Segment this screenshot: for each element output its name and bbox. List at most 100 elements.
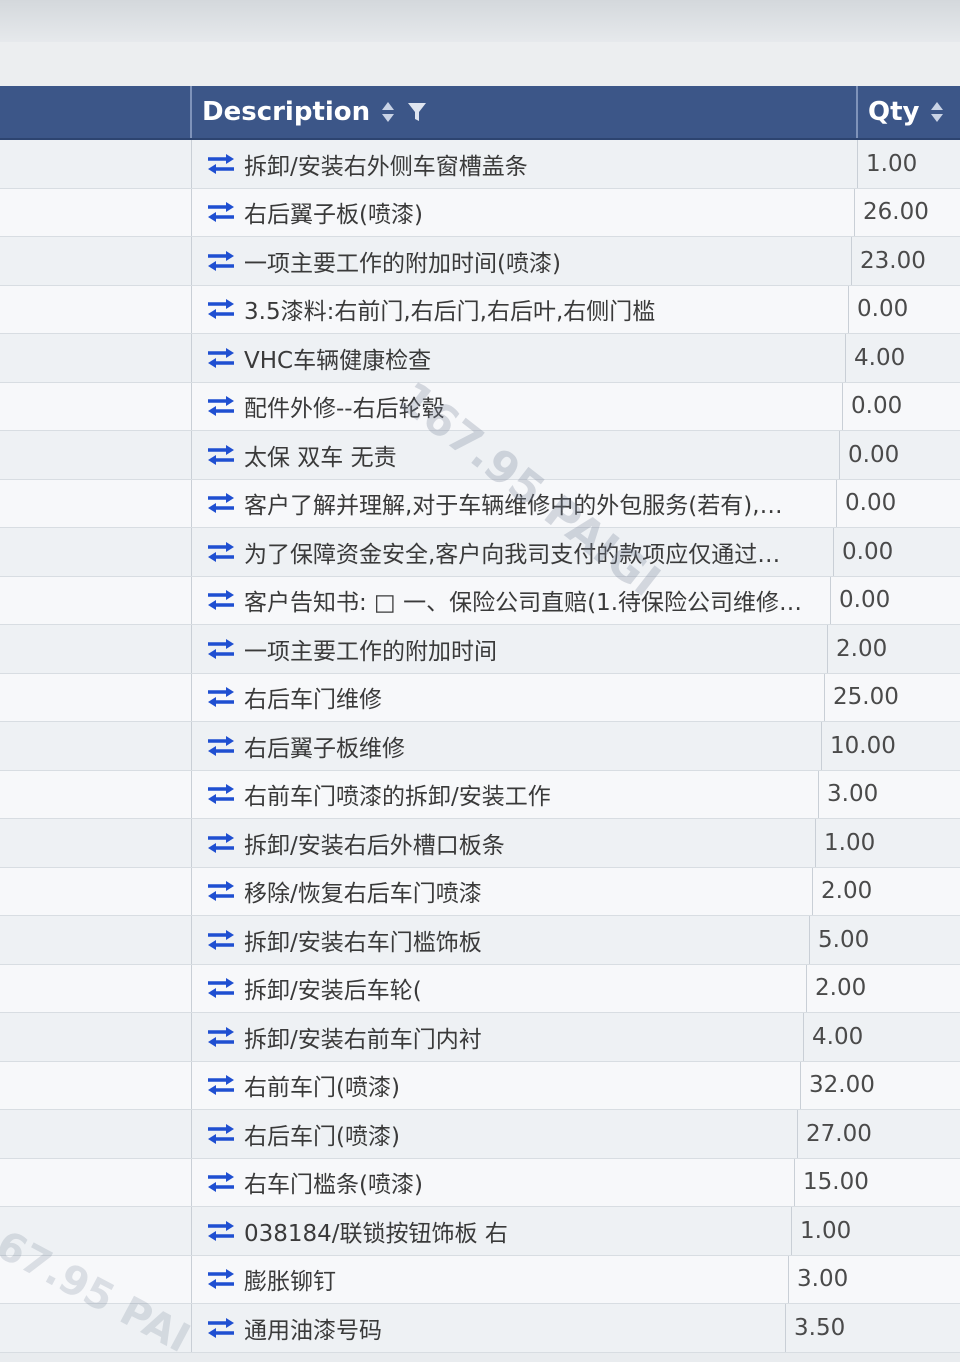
qty-cell[interactable]: 3.50 [786, 1304, 845, 1352]
swap-arrows-icon[interactable] [206, 880, 236, 902]
qty-cell[interactable]: 1.00 [816, 819, 875, 867]
swap-arrows-icon[interactable] [206, 977, 236, 999]
swap-arrows-icon[interactable] [206, 1268, 236, 1290]
description-cell[interactable]: 膨胀铆钉 [192, 1255, 789, 1303]
qty-cell[interactable]: 3.00 [789, 1256, 848, 1304]
swap-arrows-icon[interactable] [206, 201, 236, 223]
description-cell[interactable]: 移除/恢复右后车门喷漆 [192, 867, 813, 915]
swap-arrows-icon[interactable] [206, 444, 236, 466]
description-cell[interactable]: 右后车门维修 [192, 673, 825, 721]
table-row[interactable]: 拆卸/安装右后外槽口板条 1.00 [0, 819, 960, 868]
table-row[interactable]: 拆卸/安装右外侧车窗槽盖条 1.00 [0, 140, 960, 189]
qty-cell[interactable]: 0.00 [840, 431, 899, 479]
description-cell[interactable]: VHC车辆健康检查 [192, 334, 846, 382]
description-cell[interactable]: 客户告知书: □ 一、保险公司直赔(1.待保险公司维修… [192, 576, 831, 624]
qty-cell[interactable]: 1.00 [858, 140, 917, 188]
qty-cell[interactable]: 3.00 [819, 771, 878, 819]
swap-arrows-icon[interactable] [206, 250, 236, 272]
swap-arrows-icon[interactable] [206, 1074, 236, 1096]
swap-arrows-icon[interactable] [206, 1171, 236, 1193]
swap-arrows-icon[interactable] [206, 686, 236, 708]
qty-cell[interactable]: 0.00 [843, 383, 902, 431]
table-row[interactable]: 右前车门(喷漆) 32.00 [0, 1061, 960, 1110]
swap-arrows-icon[interactable] [206, 929, 236, 951]
table-row[interactable]: 038184/联锁按钮饰板 右 1.00 [0, 1207, 960, 1256]
table-row[interactable]: 客户告知书: □ 一、保险公司直赔(1.待保险公司维修… 0.00 [0, 576, 960, 625]
swap-arrows-icon[interactable] [206, 638, 236, 660]
table-row[interactable]: 右后翼子板维修 10.00 [0, 722, 960, 771]
description-cell[interactable]: 右后车门(喷漆) [192, 1110, 798, 1158]
swap-arrows-icon[interactable] [206, 541, 236, 563]
qty-cell[interactable]: 26.00 [855, 189, 929, 237]
qty-cell[interactable]: 10.00 [822, 722, 896, 770]
table-row[interactable]: 右车门槛条(喷漆) 15.00 [0, 1158, 960, 1207]
description-cell[interactable]: 配件外修--右后轮毂 [192, 382, 843, 430]
table-row[interactable]: VHC车辆健康检查 4.00 [0, 334, 960, 383]
qty-cell[interactable]: 23.00 [852, 237, 926, 285]
description-cell[interactable]: 拆卸/安装后车轮( [192, 964, 807, 1012]
swap-arrows-icon[interactable] [206, 347, 236, 369]
qty-cell[interactable]: 5.00 [810, 916, 869, 964]
swap-arrows-icon[interactable] [206, 589, 236, 611]
qty-cell[interactable]: 2.00 [813, 868, 872, 916]
qty-cell[interactable]: 2.00 [807, 965, 866, 1013]
table-row[interactable]: 右后翼子板(喷漆) 26.00 [0, 188, 960, 237]
description-cell[interactable]: 038184/联锁按钮饰板 右 [192, 1207, 792, 1255]
description-cell[interactable]: 通用油漆号码 [192, 1304, 786, 1352]
qty-cell[interactable]: 15.00 [795, 1159, 869, 1207]
table-row[interactable]: 为了保障资金安全,客户向我司支付的款项应仅通过… 0.00 [0, 528, 960, 577]
table-row[interactable]: 一项主要工作的附加时间(喷漆) 23.00 [0, 237, 960, 286]
swap-arrows-icon[interactable] [206, 298, 236, 320]
description-cell[interactable]: 客户了解并理解,对于车辆维修中的外包服务(若有),… [192, 479, 837, 527]
header-qty[interactable]: Qty [858, 86, 960, 138]
table-row[interactable]: 一项主要工作的附加时间 2.00 [0, 625, 960, 674]
table-row[interactable]: 右后车门(喷漆) 27.00 [0, 1110, 960, 1159]
header-description[interactable]: Description [192, 86, 858, 138]
swap-arrows-icon[interactable] [206, 1220, 236, 1242]
swap-arrows-icon[interactable] [206, 783, 236, 805]
qty-cell[interactable]: 0.00 [831, 577, 890, 625]
table-row[interactable]: 配件外修--右后轮毂 0.00 [0, 382, 960, 431]
description-cell[interactable]: 右前车门喷漆的拆卸/安装工作 [192, 770, 819, 818]
qty-cell[interactable]: 25.00 [825, 674, 899, 722]
description-cell[interactable]: 拆卸/安装右外侧车窗槽盖条 [192, 140, 858, 188]
qty-cell[interactable]: 4.00 [846, 334, 905, 382]
swap-arrows-icon[interactable] [206, 1123, 236, 1145]
table-row[interactable]: 拆卸/安装右前车门内衬 4.00 [0, 1013, 960, 1062]
description-cell[interactable]: 拆卸/安装右车门槛饰板 [192, 916, 810, 964]
description-cell[interactable]: 一项主要工作的附加时间(喷漆) [192, 237, 852, 285]
description-cell[interactable]: 3.5漆料:右前门,右后门,右后叶,右侧门槛 [192, 285, 849, 333]
swap-arrows-icon[interactable] [206, 832, 236, 854]
description-cell[interactable]: 右后翼子板(喷漆) [192, 188, 855, 236]
description-cell[interactable]: 为了保障资金安全,客户向我司支付的款项应仅通过… [192, 528, 834, 576]
table-row[interactable]: 右后车门维修 25.00 [0, 673, 960, 722]
table-row[interactable]: 移除/恢复右后车门喷漆 2.00 [0, 867, 960, 916]
description-cell[interactable]: 拆卸/安装右前车门内衬 [192, 1013, 804, 1061]
swap-arrows-icon[interactable] [206, 153, 236, 175]
description-cell[interactable]: 右后翼子板维修 [192, 722, 822, 770]
qty-cell[interactable]: 4.00 [804, 1013, 863, 1061]
qty-cell[interactable]: 1.00 [792, 1207, 851, 1255]
description-cell[interactable]: 拆卸/安装右后外槽口板条 [192, 819, 816, 867]
filter-icon[interactable] [406, 101, 428, 123]
swap-arrows-icon[interactable] [206, 1026, 236, 1048]
qty-cell[interactable]: 2.00 [828, 625, 887, 673]
qty-cell[interactable]: 32.00 [801, 1062, 875, 1110]
swap-arrows-icon[interactable] [206, 1317, 236, 1339]
sort-icon[interactable] [380, 100, 396, 124]
table-row[interactable]: 拆卸/安装后车轮(2.00 [0, 964, 960, 1013]
description-cell[interactable]: 右前车门(喷漆) [192, 1061, 801, 1109]
swap-arrows-icon[interactable] [206, 735, 236, 757]
swap-arrows-icon[interactable] [206, 492, 236, 514]
description-cell[interactable]: 右车门槛条(喷漆) [192, 1158, 795, 1206]
sort-icon[interactable] [929, 100, 945, 124]
table-row[interactable]: 客户了解并理解,对于车辆维修中的外包服务(若有),… 0.00 [0, 479, 960, 528]
qty-cell[interactable]: 27.00 [798, 1110, 872, 1158]
table-row[interactable]: 拆卸/安装右车门槛饰板 5.00 [0, 916, 960, 965]
table-row[interactable]: 右前车门喷漆的拆卸/安装工作 3.00 [0, 770, 960, 819]
qty-cell[interactable]: 0.00 [834, 528, 893, 576]
description-cell[interactable]: 太保 双车 无责 [192, 431, 840, 479]
description-cell[interactable]: 一项主要工作的附加时间 [192, 625, 828, 673]
table-row[interactable]: 太保 双车 无责 0.00 [0, 431, 960, 480]
swap-arrows-icon[interactable] [206, 395, 236, 417]
